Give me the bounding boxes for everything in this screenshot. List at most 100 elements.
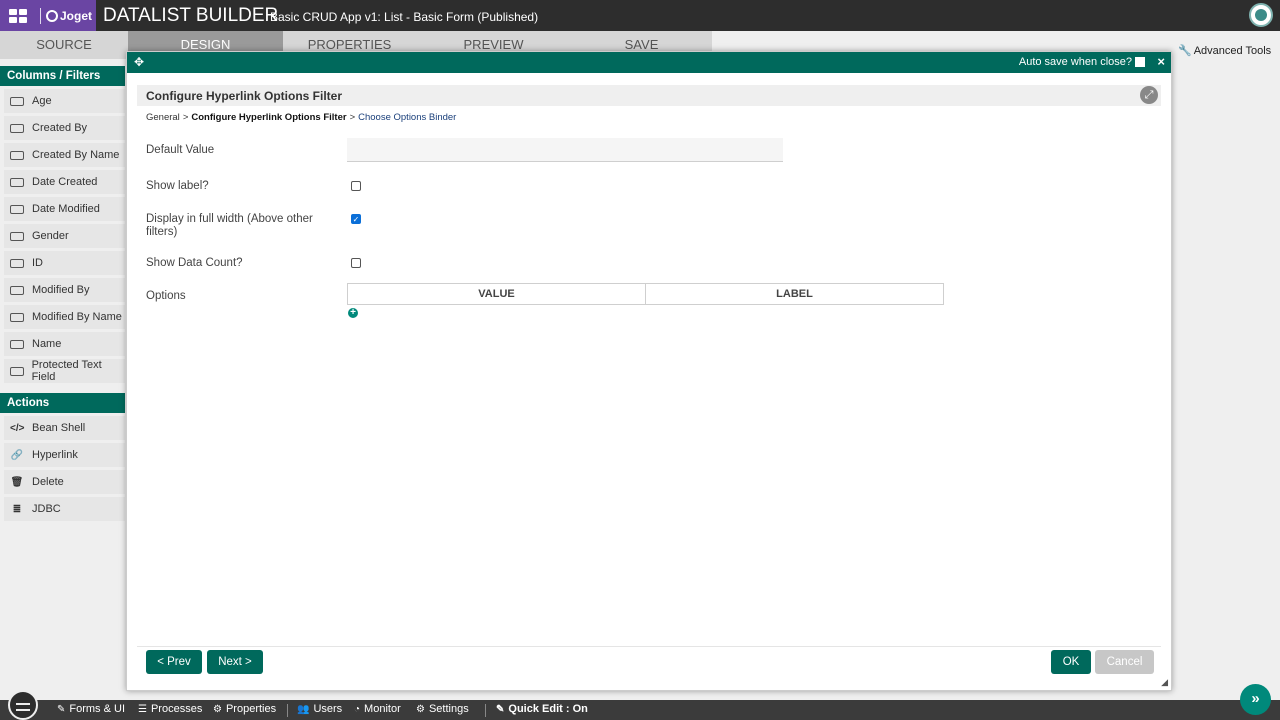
sidebar-column-item[interactable]: Name bbox=[4, 332, 125, 356]
show-label-label: Show label? bbox=[146, 180, 209, 192]
processes-label: Processes bbox=[150, 703, 203, 715]
breadcrumb-next[interactable]: Choose Options Binder bbox=[358, 112, 456, 123]
processes-link[interactable]: ☰ Processes bbox=[138, 703, 202, 715]
cancel-button[interactable]: Cancel bbox=[1095, 650, 1154, 674]
move-icon[interactable]: ✥ bbox=[134, 55, 144, 69]
sidebar: Columns / Filters Age Created By Created B… bbox=[0, 59, 125, 699]
app-menu-button[interactable] bbox=[0, 0, 36, 31]
sidebar-column-item[interactable]: Created By Name bbox=[4, 143, 125, 167]
close-icon[interactable]: × bbox=[1157, 54, 1165, 69]
sidebar-action-label: JDBC bbox=[32, 503, 61, 515]
joget-logo[interactable]: Joget bbox=[36, 0, 96, 31]
sidebar-column-item[interactable]: Created By bbox=[4, 116, 125, 140]
dialog-title-bar[interactable]: ✥ Auto save when close? × bbox=[127, 52, 1171, 73]
field-icon bbox=[10, 258, 24, 268]
full-width-checkbox[interactable]: ✓ bbox=[351, 214, 361, 224]
link-icon: 🔗 bbox=[10, 449, 24, 461]
ok-button[interactable]: OK bbox=[1051, 650, 1091, 674]
users-icon: 👥 bbox=[297, 704, 310, 715]
breadcrumb: General > Configure Hyperlink Options Filt… bbox=[146, 112, 456, 123]
actions-heading: Actions bbox=[0, 393, 125, 413]
columns-list: Age Created By Created By Name Date Created… bbox=[0, 89, 125, 383]
users-link[interactable]: 👥 Users bbox=[297, 703, 342, 715]
joget-logo-icon bbox=[46, 9, 58, 22]
advanced-tools-button[interactable]: 🔧 Advanced Tools bbox=[1178, 44, 1271, 57]
next-button[interactable]: Next > bbox=[207, 650, 263, 674]
sidebar-column-item[interactable]: ID bbox=[4, 251, 125, 275]
joget-home-icon[interactable] bbox=[8, 690, 38, 720]
actions-list: </> Bean Shell 🔗 Hyperlink 🗑 Delete ≣ JDBC bbox=[0, 416, 125, 521]
user-avatar[interactable] bbox=[1249, 3, 1273, 27]
sidebar-column-item[interactable]: Date Created bbox=[4, 170, 125, 194]
forms-ui-link[interactable]: ✎ Forms & UI bbox=[57, 703, 125, 715]
sidebar-column-item[interactable]: Age bbox=[4, 89, 125, 113]
fullscreen-icon[interactable]: ⤢ bbox=[1140, 86, 1158, 104]
show-label-checkbox[interactable] bbox=[351, 181, 361, 191]
monitor-label: Monitor bbox=[364, 703, 401, 715]
sidebar-column-item[interactable]: Date Modified bbox=[4, 197, 125, 221]
settings-icon: ⚙ bbox=[416, 704, 425, 715]
breadcrumb-separator: > bbox=[349, 112, 356, 123]
properties-link[interactable]: ⚙ Properties bbox=[213, 703, 276, 715]
sidebar-column-label: ID bbox=[32, 257, 43, 269]
sidebar-column-item[interactable]: Modified By bbox=[4, 278, 125, 302]
sidebar-column-item[interactable]: Modified By Name bbox=[4, 305, 125, 329]
sidebar-column-label: Date Modified bbox=[32, 203, 100, 215]
show-data-count-checkbox[interactable] bbox=[351, 258, 361, 268]
sidebar-column-label: Created By Name bbox=[32, 149, 120, 161]
options-table: VALUE LABEL bbox=[347, 283, 944, 305]
sidebar-column-label: Name bbox=[32, 338, 62, 350]
trash-icon: 🗑 bbox=[10, 476, 24, 488]
sidebar-column-item[interactable]: Gender bbox=[4, 224, 125, 248]
sidebar-action-label: Hyperlink bbox=[32, 449, 78, 461]
bottom-divider bbox=[485, 704, 486, 717]
sidebar-action-label: Bean Shell bbox=[32, 422, 86, 434]
properties-label: Properties bbox=[225, 703, 277, 715]
double-chevron-right-icon: » bbox=[1251, 690, 1260, 707]
step-source[interactable]: SOURCE bbox=[0, 31, 128, 59]
options-column-value: VALUE bbox=[478, 288, 515, 300]
add-option-icon[interactable]: + bbox=[348, 308, 358, 318]
sidebar-column-label: Created By bbox=[32, 122, 88, 134]
wrench-icon: 🔧 bbox=[1178, 45, 1192, 57]
config-header: Configure Hyperlink Options Filter ⤢ bbox=[137, 85, 1161, 106]
breadcrumb-general[interactable]: General bbox=[146, 112, 180, 123]
prev-button[interactable]: < Prev bbox=[146, 650, 202, 674]
code-icon: </> bbox=[10, 422, 25, 434]
dialog-footer-divider bbox=[137, 646, 1161, 647]
field-icon bbox=[10, 231, 24, 241]
list-icon: ☰ bbox=[138, 704, 147, 715]
sidebar-action-item[interactable]: ≣ JDBC bbox=[4, 497, 125, 521]
breadcrumb-separator: > bbox=[182, 112, 189, 123]
field-icon bbox=[10, 177, 24, 187]
full-width-label: Display in full width (Above other filte… bbox=[146, 213, 313, 238]
options-label: Options bbox=[146, 290, 186, 302]
quick-edit-toggle[interactable]: ✎ Quick Edit : On bbox=[496, 703, 588, 715]
logo-divider bbox=[40, 7, 41, 24]
expand-panel-button[interactable]: » bbox=[1240, 684, 1271, 715]
field-icon bbox=[10, 339, 24, 349]
logo-text: Joget bbox=[60, 8, 93, 23]
bottom-divider bbox=[287, 704, 288, 717]
field-icon bbox=[10, 204, 24, 214]
settings-link[interactable]: ⚙ Settings bbox=[416, 703, 469, 715]
app-subtitle: Basic CRUD App v1: List - Basic Form (Pu… bbox=[270, 10, 539, 24]
sidebar-action-item[interactable]: 🗑 Delete bbox=[4, 470, 125, 494]
forms-ui-label: Forms & UI bbox=[69, 703, 126, 715]
default-value-input[interactable] bbox=[347, 138, 783, 162]
field-icon bbox=[10, 285, 24, 295]
sidebar-column-label: Age bbox=[32, 95, 52, 107]
top-bar: Joget DATALIST BUILDER Basic CRUD App v1… bbox=[0, 0, 1280, 31]
advanced-tools-label: Advanced Tools bbox=[1193, 45, 1272, 57]
show-data-count-label: Show Data Count? bbox=[146, 257, 243, 269]
autosave-checkbox[interactable] bbox=[1135, 57, 1145, 67]
sidebar-column-item[interactable]: Protected Text Field bbox=[4, 359, 125, 383]
config-title: Configure Hyperlink Options Filter bbox=[146, 89, 343, 103]
resize-handle-icon[interactable]: ◢ bbox=[1161, 677, 1168, 688]
bottom-bar: ✎ Forms & UI ☰ Processes ⚙ Properties 👥 User… bbox=[0, 690, 1280, 720]
autosave-toggle[interactable]: Auto save when close? bbox=[1019, 56, 1145, 68]
sidebar-action-label: Delete bbox=[32, 476, 64, 488]
monitor-link[interactable]: ◔ Monitor bbox=[354, 703, 401, 715]
sidebar-action-item[interactable]: 🔗 Hyperlink bbox=[4, 443, 125, 467]
sidebar-action-item[interactable]: </> Bean Shell bbox=[4, 416, 125, 440]
